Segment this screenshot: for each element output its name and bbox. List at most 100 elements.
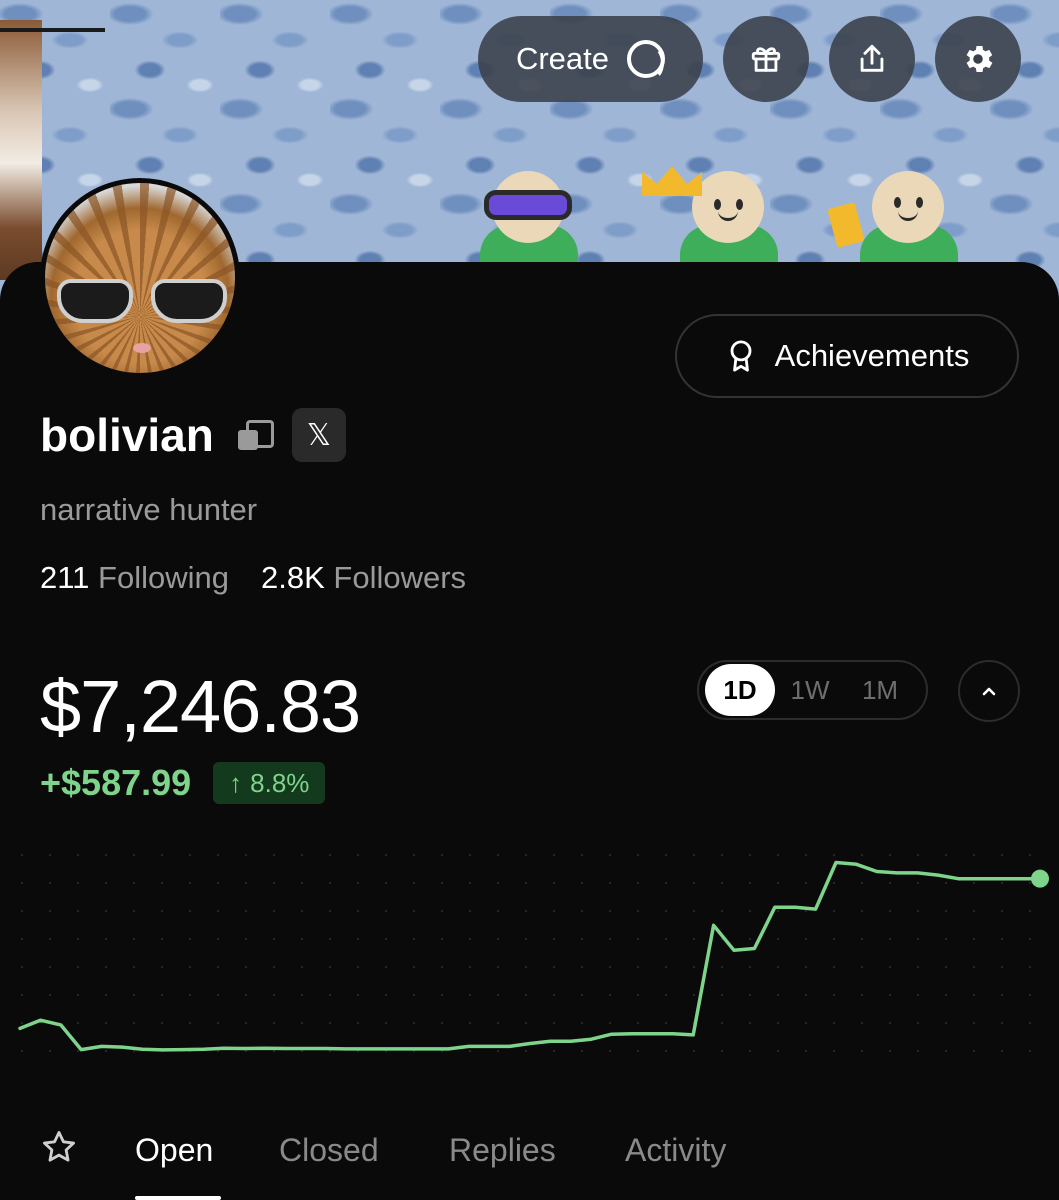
- following-count: 211: [40, 560, 90, 595]
- tab-open[interactable]: Open: [135, 1132, 213, 1169]
- username-row: bolivian 𝕏: [40, 408, 346, 462]
- grid-dot: [776, 993, 780, 997]
- avatar[interactable]: [40, 178, 240, 378]
- grid-dot: [972, 1049, 976, 1053]
- grid-dot: [188, 993, 192, 997]
- grid-dot: [888, 937, 892, 941]
- grid-dot: [832, 1049, 836, 1053]
- grid-dot: [860, 1021, 864, 1025]
- grid-dot: [664, 909, 668, 913]
- grid-dot: [132, 937, 136, 941]
- grid-dot: [720, 993, 724, 997]
- followers-link[interactable]: 2.8K Followers: [261, 560, 466, 596]
- grid-dot: [20, 909, 24, 913]
- tab-closed[interactable]: Closed: [279, 1132, 379, 1169]
- grid-dot: [328, 965, 332, 969]
- chart-point: [407, 1048, 409, 1050]
- star-icon[interactable]: [40, 1128, 78, 1166]
- range-selector: 1D 1W 1M: [697, 660, 928, 720]
- grid-dot: [1000, 937, 1004, 941]
- grid-dot: [552, 909, 556, 913]
- grid-dot: [104, 1021, 108, 1025]
- achievements-button[interactable]: Achievements: [675, 314, 1019, 398]
- grid-dot: [580, 1021, 584, 1025]
- grid-dot: [720, 1021, 724, 1025]
- chart-point: [39, 1019, 41, 1021]
- grid-dot: [748, 1049, 752, 1053]
- grid-dot: [48, 909, 52, 913]
- collapse-chart-button[interactable]: [958, 660, 1020, 722]
- grid-dot: [552, 881, 556, 885]
- active-tab-indicator: [135, 1196, 221, 1200]
- pnl-amount: +$587.99: [40, 762, 192, 803]
- ribbon-icon: [730, 340, 752, 372]
- grid-dot: [664, 853, 668, 857]
- grid-dot: [524, 881, 528, 885]
- grid-dot: [412, 881, 416, 885]
- grid-dot: [888, 1021, 892, 1025]
- grid-dot: [580, 993, 584, 997]
- grid-dot: [244, 937, 248, 941]
- grid-dot: [804, 993, 808, 997]
- grid-dot: [776, 881, 780, 885]
- grid-dot: [216, 1021, 220, 1025]
- grid-dot: [48, 965, 52, 969]
- grid-dot: [832, 965, 836, 969]
- grid-dot: [916, 1021, 920, 1025]
- tab-replies[interactable]: Replies: [449, 1132, 556, 1169]
- create-button[interactable]: Create: [478, 16, 703, 102]
- grid-dot: [272, 937, 276, 941]
- grid-dot: [972, 881, 976, 885]
- grid-dot: [748, 881, 752, 885]
- grid-dot: [608, 1021, 612, 1025]
- range-1d[interactable]: 1D: [705, 664, 775, 716]
- grid-dot: [440, 881, 444, 885]
- grid-dot: [720, 853, 724, 857]
- grid-dot: [244, 909, 248, 913]
- grid-dot: [328, 909, 332, 913]
- grid-dot: [76, 1021, 80, 1025]
- range-1m[interactable]: 1M: [845, 664, 915, 716]
- grid-dot: [300, 937, 304, 941]
- grid-dot: [160, 881, 164, 885]
- grid-dot: [384, 853, 388, 857]
- mascot-sparkler: [827, 160, 968, 265]
- grid-dot: [160, 993, 164, 997]
- chart-end-dot[interactable]: [1031, 869, 1049, 888]
- grid-dot: [76, 909, 80, 913]
- grid-dot: [300, 881, 304, 885]
- chart-point: [672, 1033, 674, 1035]
- tab-activity[interactable]: Activity: [625, 1132, 726, 1169]
- grid-dot: [328, 853, 332, 857]
- grid-dot: [76, 993, 80, 997]
- following-link[interactable]: 211 Following: [40, 560, 229, 596]
- grid-dot: [608, 909, 612, 913]
- grid-dot: [76, 853, 80, 857]
- grid-dot: [468, 853, 472, 857]
- x-link[interactable]: 𝕏: [291, 408, 346, 462]
- grid-dot: [20, 937, 24, 941]
- gift-button[interactable]: [723, 16, 809, 102]
- grid-dot: [188, 909, 192, 913]
- share-button[interactable]: [829, 16, 915, 102]
- grid-dot: [160, 965, 164, 969]
- grid-dot: [1000, 993, 1004, 997]
- sunglasses: [57, 279, 227, 327]
- chevron-up-icon: [982, 687, 996, 696]
- settings-button[interactable]: [935, 16, 1021, 102]
- grid-dot: [524, 965, 528, 969]
- gear-icon: [966, 45, 993, 73]
- grid-dot: [664, 881, 668, 885]
- grid-dot: [776, 937, 780, 941]
- grid-dot: [272, 1021, 276, 1025]
- chart-point: [284, 1048, 286, 1050]
- copy-icon[interactable]: [236, 418, 274, 452]
- chart-point: [753, 948, 755, 950]
- range-1w[interactable]: 1W: [775, 664, 845, 716]
- chart-point: [794, 906, 796, 908]
- grid-dot: [1028, 1021, 1032, 1025]
- share-icon: [860, 44, 884, 72]
- chart-points: [19, 862, 1041, 1051]
- grid-dot: [244, 965, 248, 969]
- grid-dot: [356, 1021, 360, 1025]
